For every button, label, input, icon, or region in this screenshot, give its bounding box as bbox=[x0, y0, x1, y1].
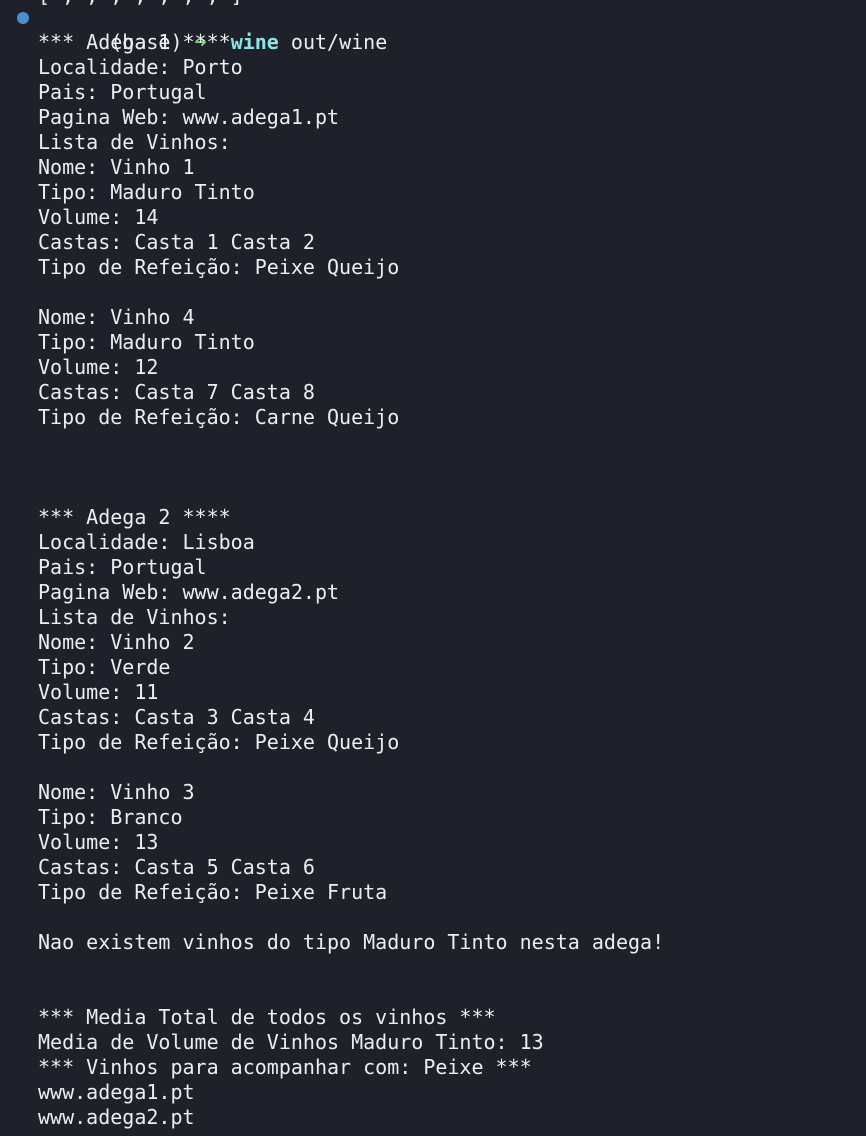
output-line: Volume: 12 bbox=[38, 355, 159, 379]
output-line: Pais: Portugal bbox=[38, 80, 207, 104]
output-line: Lista de Vinhos: bbox=[38, 605, 231, 629]
output-lines: *** Adega 1 **** Localidade: Porto Pais: P… bbox=[0, 30, 866, 1130]
prompt-line: (base) ➜ wine out/wine bbox=[0, 5, 866, 54]
output-line: Tipo: Verde bbox=[38, 655, 171, 679]
output-line: Castas: Casta 7 Casta 8 bbox=[38, 380, 315, 404]
output-line: *** Vinhos para acompanhar com: Peixe **… bbox=[38, 1055, 532, 1079]
output-line: *** Adega 1 **** bbox=[38, 30, 231, 54]
output-line: Tipo de Refeição: Peixe Queijo bbox=[38, 255, 400, 279]
output-line: Pagina Web: www.adega1.pt bbox=[38, 105, 340, 129]
output-line: www.adega2.pt bbox=[38, 1105, 195, 1129]
output-line: Tipo de Refeição: Peixe Queijo bbox=[38, 730, 400, 754]
output-line: Media de Volume de Vinhos Maduro Tinto: … bbox=[38, 1030, 544, 1054]
dot-marker-icon bbox=[17, 12, 29, 24]
output-line: Nome: Vinho 4 bbox=[38, 305, 195, 329]
output-line: Pais: Portugal bbox=[38, 555, 207, 579]
output-line: Lista de Vinhos: bbox=[38, 130, 231, 154]
output-line: Nome: Vinho 2 bbox=[38, 630, 195, 654]
output-line: Volume: 14 bbox=[38, 205, 159, 229]
terminal-output: (base) ➜ wine out/wine *** Adega 1 **** L… bbox=[0, 5, 866, 1136]
output-line: *** Adega 2 **** bbox=[38, 505, 231, 529]
output-line: *** Media Total de todos os vinhos *** bbox=[38, 1005, 496, 1029]
output-line: Pagina Web: www.adega2.pt bbox=[38, 580, 340, 604]
output-line: Tipo: Maduro Tinto bbox=[38, 180, 255, 204]
terminal-window[interactable]: [ , , , , , , , ] (base) ➜ wine out/wine… bbox=[0, 0, 866, 1136]
output-line: Nao existem vinhos do tipo Maduro Tinto … bbox=[38, 930, 665, 954]
output-line: Localidade: Lisboa bbox=[38, 530, 255, 554]
output-line: Castas: Casta 3 Casta 4 bbox=[38, 705, 315, 729]
output-line: Localidade: Porto bbox=[38, 55, 243, 79]
output-line: Tipo: Maduro Tinto bbox=[38, 330, 255, 354]
cursor-line[interactable] bbox=[0, 1130, 866, 1136]
output-line: Nome: Vinho 1 bbox=[38, 155, 195, 179]
output-line: Nome: Vinho 3 bbox=[38, 780, 195, 804]
output-line: Castas: Casta 1 Casta 2 bbox=[38, 230, 315, 254]
output-line: www.adega1.pt bbox=[38, 1080, 195, 1104]
output-line: Castas: Casta 5 Casta 6 bbox=[38, 855, 315, 879]
output-line: Tipo de Refeição: Carne Queijo bbox=[38, 405, 400, 429]
output-line: Tipo: Branco bbox=[38, 805, 183, 829]
output-line: Tipo de Refeição: Peixe Fruta bbox=[38, 880, 388, 904]
output-line: Volume: 13 bbox=[38, 830, 159, 854]
output-line: Volume: 11 bbox=[38, 680, 159, 704]
